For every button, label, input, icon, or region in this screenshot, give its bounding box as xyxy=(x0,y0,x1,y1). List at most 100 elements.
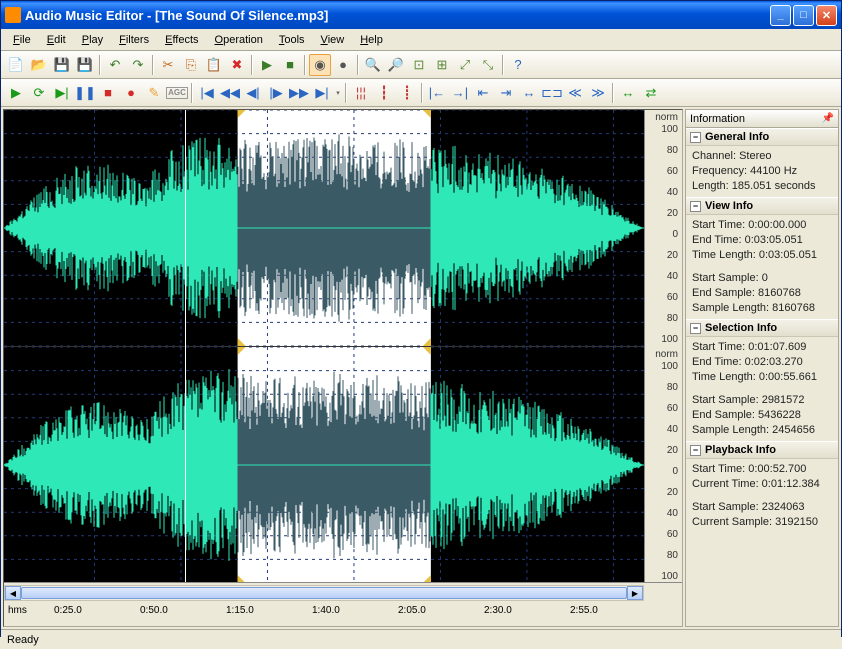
info-line: Current Sample: 3192150 xyxy=(692,515,832,530)
nudge-r-icon[interactable]: ⇄ xyxy=(640,82,662,104)
collapse-icon[interactable]: − xyxy=(690,132,701,143)
menu-view[interactable]: View xyxy=(313,32,353,48)
pin-icon[interactable]: 📌 xyxy=(822,113,834,124)
information-panel: Information 📌 −General Info Channel: Ster… xyxy=(685,109,839,627)
horizontal-scrollbar[interactable]: ◀▶ xyxy=(4,585,644,601)
info-panel-title: Information xyxy=(690,113,745,125)
delete-icon[interactable]: ✖ xyxy=(226,54,248,76)
sel-ext-l-icon[interactable]: ⇤ xyxy=(472,82,494,104)
ruler-tick: 20 xyxy=(667,487,678,498)
zoom-sel-icon[interactable]: ⊡ xyxy=(408,54,430,76)
zoom-v-in-icon[interactable]: ⤢ xyxy=(454,54,476,76)
collapse-icon[interactable]: − xyxy=(690,323,701,334)
forward-icon[interactable]: ▶▶ xyxy=(288,82,310,104)
playhead[interactable] xyxy=(185,110,186,582)
sel-ext-r-icon[interactable]: ⇥ xyxy=(495,82,517,104)
sel-shrink-icon[interactable]: ↔ xyxy=(518,82,540,104)
pause-icon[interactable]: ❚❚ xyxy=(74,82,96,104)
menu-play[interactable]: Play xyxy=(74,32,111,48)
highlight-icon[interactable]: ✎ xyxy=(143,82,165,104)
copy-icon[interactable]: ⎘ xyxy=(180,54,202,76)
marker1-icon[interactable]: ¦¦¦ xyxy=(350,82,372,104)
app-icon xyxy=(5,7,21,23)
ruler-tick: 100 xyxy=(661,124,678,135)
record-icon[interactable]: ● xyxy=(120,82,142,104)
info-section-header[interactable]: −Playback Info xyxy=(686,441,838,459)
mic-icon[interactable]: ● xyxy=(332,54,354,76)
ruler-label: norm xyxy=(655,349,678,360)
zoom-v-out-icon[interactable]: ⤡ xyxy=(477,54,499,76)
close-button[interactable]: ✕ xyxy=(816,5,837,26)
time-ruler[interactable]: hms◀▶0:25.00:50.01:15.01:40.02:05.02:30.… xyxy=(4,582,682,626)
sel-shift-l-icon[interactable]: ≪ xyxy=(564,82,586,104)
new-icon[interactable]: 📄 xyxy=(5,54,27,76)
sel-start-icon[interactable]: |← xyxy=(426,82,448,104)
zoom-out-icon[interactable]: 🔎 xyxy=(385,54,407,76)
collapse-icon[interactable]: − xyxy=(690,201,701,212)
info-line: Start Sample: 2324063 xyxy=(692,500,832,515)
waveform-area[interactable]: norm10080604020020406080100 norm10080604… xyxy=(3,109,683,627)
record-stop-icon[interactable]: ■ xyxy=(279,54,301,76)
paste-icon[interactable]: 📋 xyxy=(203,54,225,76)
ruler-tick: 60 xyxy=(667,529,678,540)
info-section-header[interactable]: −View Info xyxy=(686,197,838,215)
sel-crop-icon[interactable]: ⊏⊐ xyxy=(541,82,563,104)
info-section-header[interactable]: −General Info xyxy=(686,128,838,146)
cd-icon[interactable]: ◉ xyxy=(309,54,331,76)
play-end-icon[interactable]: ▶| xyxy=(51,82,73,104)
waveform-right-channel[interactable] xyxy=(4,347,644,584)
menu-edit[interactable]: Edit xyxy=(39,32,74,48)
save-icon[interactable]: 💾 xyxy=(51,54,73,76)
next-icon[interactable]: |▶ xyxy=(265,82,287,104)
sel-shift-r-icon[interactable]: ≫ xyxy=(587,82,609,104)
ruler-tick: 0 xyxy=(672,229,678,240)
cut-icon[interactable]: ✂ xyxy=(157,54,179,76)
ruler-tick: 20 xyxy=(667,445,678,456)
scrollbar-thumb[interactable] xyxy=(21,587,627,599)
redo-icon[interactable]: ↷ xyxy=(127,54,149,76)
info-section-header[interactable]: −Selection Info xyxy=(686,319,838,337)
ruler-tick: 60 xyxy=(667,166,678,177)
play-icon[interactable]: ▶ xyxy=(5,82,27,104)
minimize-button[interactable]: _ xyxy=(770,5,791,26)
menu-effects[interactable]: Effects xyxy=(157,32,206,48)
menu-tools[interactable]: Tools xyxy=(271,32,313,48)
nudge-l-icon[interactable]: ↔ xyxy=(617,82,639,104)
zoom-in-icon[interactable]: 🔍 xyxy=(362,54,384,76)
skip-start-icon[interactable]: |◀ xyxy=(196,82,218,104)
undo-icon[interactable]: ↶ xyxy=(104,54,126,76)
record-start-icon[interactable]: ▶ xyxy=(256,54,278,76)
agc-icon[interactable]: AGC xyxy=(166,82,188,104)
marker3-icon[interactable]: ┋ xyxy=(396,82,418,104)
menu-operation[interactable]: Operation xyxy=(207,32,271,48)
info-line: Start Time: 0:00:00.000 xyxy=(692,218,832,233)
save-as-icon[interactable]: 💾 xyxy=(74,54,96,76)
menu-help[interactable]: Help xyxy=(352,32,391,48)
info-line: Frequency: 44100 Hz xyxy=(692,164,832,179)
ruler-tick: 80 xyxy=(667,550,678,561)
marker2-icon[interactable]: ┇ xyxy=(373,82,395,104)
scroll-left-button[interactable]: ◀ xyxy=(5,586,21,600)
dropdown-icon[interactable]: ▾ xyxy=(334,89,342,97)
info-line: Sample Length: 8160768 xyxy=(692,301,832,316)
help-icon[interactable]: ? xyxy=(507,54,529,76)
info-line: Channel: Stereo xyxy=(692,149,832,164)
loop-icon[interactable]: ⟳ xyxy=(28,82,50,104)
menu-filters[interactable]: Filters xyxy=(111,32,157,48)
stop-icon[interactable]: ■ xyxy=(97,82,119,104)
maximize-button[interactable]: □ xyxy=(793,5,814,26)
sel-end-icon[interactable]: →| xyxy=(449,82,471,104)
waveform-left-channel[interactable] xyxy=(4,110,644,347)
info-line: Current Time: 0:01:12.384 xyxy=(692,477,832,492)
zoom-full-icon[interactable]: ⊞ xyxy=(431,54,453,76)
ruler-tick: 100 xyxy=(661,571,678,582)
ruler-tick: 40 xyxy=(667,424,678,435)
scroll-right-button[interactable]: ▶ xyxy=(627,586,643,600)
info-section-title: Playback Info xyxy=(705,444,776,456)
skip-end-icon[interactable]: ▶| xyxy=(311,82,333,104)
prev-icon[interactable]: ◀| xyxy=(242,82,264,104)
collapse-icon[interactable]: − xyxy=(690,445,701,456)
rewind-icon[interactable]: ◀◀ xyxy=(219,82,241,104)
open-icon[interactable]: 📂 xyxy=(28,54,50,76)
menu-file[interactable]: File xyxy=(5,32,39,48)
